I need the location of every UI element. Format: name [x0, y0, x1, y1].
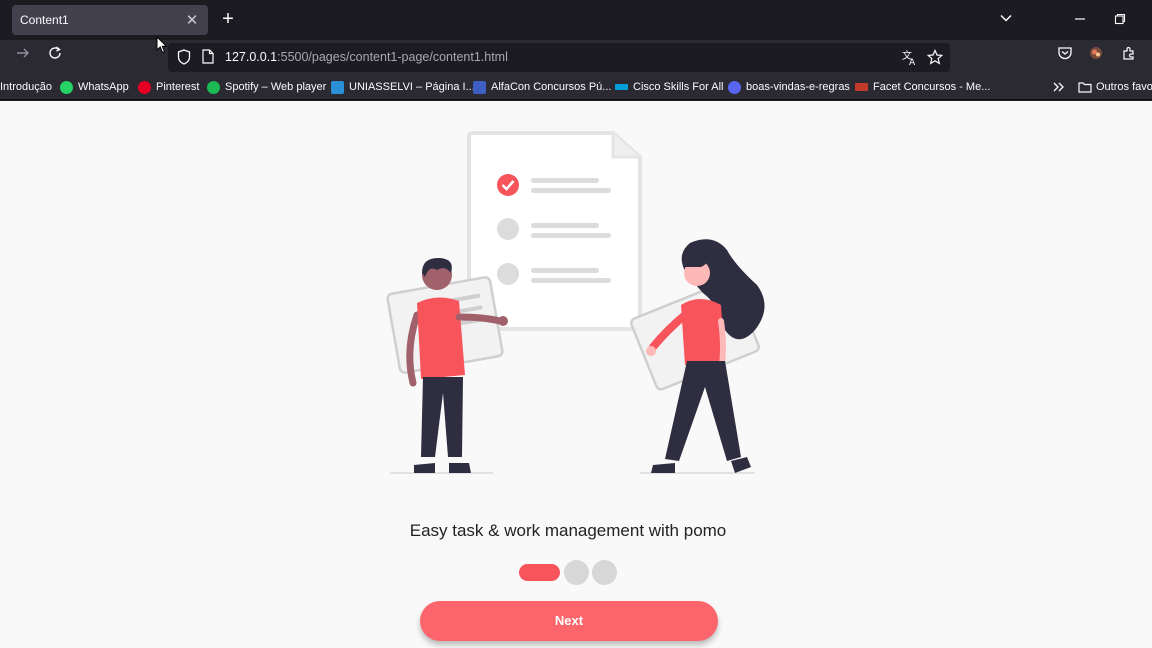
translate-icon[interactable]: 文A [901, 49, 919, 68]
page-info-icon[interactable] [199, 49, 217, 67]
bookmark-label: AlfaCon Concursos Pú... [491, 81, 612, 93]
bookmark-alfacon[interactable]: AlfaCon Concursos Pú... [473, 79, 611, 95]
bookmark-star-icon[interactable] [926, 49, 944, 67]
navigation-toolbar: 127.0.0.1:5500/pages/content1-page/conte… [0, 40, 1152, 74]
bookmark-label: WhatsApp [78, 81, 129, 93]
bookmark-label: Pinterest [156, 81, 200, 93]
bookmark-uniasselvi[interactable]: UNIASSELVI – Página I... [331, 79, 475, 95]
tab-strip: Content1 ✕ + [0, 0, 1152, 40]
bookmark-pinterest[interactable]: Pinterest [138, 79, 199, 95]
folder-icon [1078, 81, 1092, 93]
woman-figure [630, 239, 765, 473]
bookmark-label: Introdução [0, 81, 52, 93]
man-figure [386, 257, 508, 473]
cisco-icon [615, 84, 628, 90]
forward-arrow-icon[interactable] [11, 45, 35, 69]
whatsapp-icon [60, 80, 73, 94]
bookmarks-toolbar: Introdução WhatsApp Pinterest Spotify – … [0, 74, 1152, 100]
list-tabs-chevron-icon[interactable] [994, 8, 1018, 32]
checklist-document [467, 131, 642, 331]
more-bookmarks-chevron-icon[interactable] [1052, 79, 1066, 95]
minimize-icon[interactable] [1068, 8, 1092, 32]
bookmark-whatsapp[interactable]: WhatsApp [60, 79, 129, 95]
pinterest-icon [138, 80, 151, 94]
bookmark-label: Cisco Skills For All [633, 81, 724, 93]
discord-icon [728, 80, 741, 94]
alfacon-icon [473, 80, 486, 94]
onboarding-headline: Easy task & work management with pomo [409, 521, 727, 540]
bookmark-cisco[interactable]: Cisco Skills For All [615, 79, 723, 95]
account-avatar-icon[interactable] [1084, 45, 1108, 69]
mouse-cursor-icon [156, 35, 168, 54]
page-viewport: Easy task & work management with pomo Ne… [0, 101, 1152, 648]
url-text[interactable]: 127.0.0.1:5500/pages/content1-page/conte… [225, 50, 508, 64]
address-bar[interactable]: 127.0.0.1:5500/pages/content1-page/conte… [168, 43, 950, 72]
new-tab-button[interactable]: + [218, 8, 238, 32]
pocket-icon[interactable] [1053, 45, 1077, 69]
bookmark-facet[interactable]: Facet Concursos - Me... [855, 79, 990, 95]
spotify-icon [207, 80, 220, 94]
bookmark-spotify[interactable]: Spotify – Web player [207, 79, 326, 95]
onboarding-illustration [385, 125, 775, 477]
bookmark-label: Facet Concursos - Me... [873, 81, 991, 93]
facet-icon [855, 83, 868, 91]
url-path: :5500/pages/content1-page/content1.html [277, 50, 508, 64]
other-bookmarks-folder[interactable]: Outros favor [1078, 79, 1152, 95]
bookmark-discord[interactable]: boas-vindas-e-regras [728, 79, 850, 95]
bookmark-label: Spotify – Web player [225, 81, 327, 93]
pagination-dot[interactable] [564, 560, 589, 585]
next-button[interactable]: Next [420, 601, 718, 641]
url-host: 127.0.0.1 [225, 50, 278, 64]
tab-title: Content1 [20, 13, 69, 27]
svg-text:A: A [909, 58, 916, 67]
shield-icon[interactable] [175, 49, 193, 67]
close-tab-icon[interactable]: ✕ [184, 11, 200, 29]
uniasselvi-icon [331, 80, 344, 94]
bookmark-introducao[interactable]: Introdução [0, 79, 52, 95]
restore-icon[interactable] [1108, 8, 1132, 32]
bookmark-label: boas-vindas-e-regras [746, 81, 850, 93]
extensions-icon[interactable] [1117, 45, 1141, 69]
reload-icon[interactable] [43, 45, 67, 69]
pagination-dot-active[interactable] [519, 564, 560, 581]
pagination-dots [519, 558, 619, 585]
tab-content1[interactable]: Content1 ✕ [12, 5, 208, 35]
bookmark-label: UNIASSELVI – Página I... [349, 81, 475, 93]
pagination-dot[interactable] [592, 560, 617, 585]
bookmark-label: Outros favor [1096, 81, 1152, 93]
